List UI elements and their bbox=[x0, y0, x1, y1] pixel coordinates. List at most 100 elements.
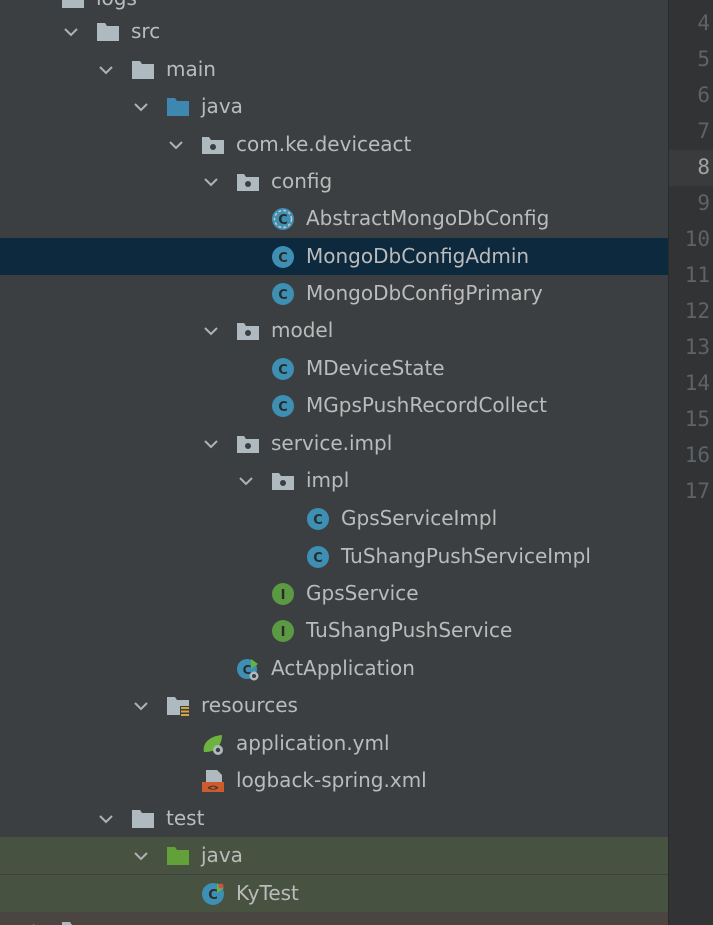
svg-text:I: I bbox=[281, 588, 286, 603]
chevron-down-icon[interactable] bbox=[132, 696, 150, 714]
tree-node[interactable]: <> logback-spring.xml bbox=[0, 762, 668, 799]
tree-node-label: java bbox=[201, 843, 243, 867]
chevron-down-icon[interactable] bbox=[202, 321, 220, 339]
line-number: 10 bbox=[684, 227, 710, 251]
tree-node[interactable]: main bbox=[0, 51, 668, 88]
tree-node[interactable]: C MongoDbConfigPrimary bbox=[0, 275, 668, 312]
tree-node-label: MongoDbConfigPrimary bbox=[306, 281, 543, 305]
tree-node-label: MGpsPushRecordCollect bbox=[306, 393, 547, 417]
tree-node-label: test bbox=[166, 806, 205, 830]
tree-node[interactable]: service.impl bbox=[0, 425, 668, 462]
chevron-down-icon[interactable] bbox=[167, 135, 185, 153]
chevron-down-icon[interactable] bbox=[97, 809, 115, 827]
class-icon: C bbox=[271, 394, 295, 418]
tree-node-label: java bbox=[201, 94, 243, 118]
tree-node-label: GpsServiceImpl bbox=[341, 506, 498, 530]
tree-node-label: com.ke.deviceact bbox=[236, 132, 412, 156]
line-number: 14 bbox=[684, 371, 710, 395]
svg-text:I: I bbox=[281, 625, 286, 640]
line-number: 17 bbox=[684, 479, 710, 503]
line-number: 15 bbox=[684, 407, 710, 431]
package-icon bbox=[236, 319, 260, 343]
tree-node-label: ActApplication bbox=[271, 656, 415, 680]
tree-node-label: model bbox=[271, 318, 334, 342]
chevron-right-icon[interactable] bbox=[27, 921, 45, 925]
tree-node[interactable]: C GpsServiceImpl bbox=[0, 500, 668, 537]
tree-node[interactable]: C TuShangPushServiceImpl bbox=[0, 538, 668, 575]
svg-text:C: C bbox=[208, 888, 218, 903]
chevron-down-icon[interactable] bbox=[132, 846, 150, 864]
line-number: 11 bbox=[684, 263, 710, 287]
test-source-folder-icon bbox=[166, 844, 190, 868]
line-number: 9 bbox=[697, 191, 710, 215]
project-tree: logs src main java com.ke.deviceact config C Ab… bbox=[0, 0, 668, 925]
tree-node[interactable]: config bbox=[0, 163, 668, 200]
chevron-down-icon[interactable] bbox=[202, 434, 220, 452]
line-number: 12 bbox=[684, 299, 710, 323]
class-icon: C bbox=[306, 545, 330, 569]
tree-node[interactable]: java bbox=[0, 88, 668, 125]
spring-config-icon bbox=[201, 732, 225, 756]
source-folder-icon bbox=[166, 95, 190, 119]
tree-node[interactable]: C KyTest bbox=[0, 875, 668, 912]
tree-node[interactable]: C AbstractMongoDbConfig bbox=[0, 200, 668, 237]
tree-node[interactable] bbox=[0, 912, 668, 925]
folder-icon bbox=[96, 20, 120, 44]
svg-text:C: C bbox=[278, 251, 288, 266]
tree-node-label: service.impl bbox=[271, 431, 393, 455]
tree-node[interactable]: C ActApplication bbox=[0, 650, 668, 687]
resources-folder-icon bbox=[166, 694, 190, 718]
tree-node-label: AbstractMongoDbConfig bbox=[306, 206, 550, 230]
tree-node[interactable]: model bbox=[0, 312, 668, 349]
tree-node-label: logback-spring.xml bbox=[236, 768, 427, 792]
tree-node[interactable]: src bbox=[0, 13, 668, 50]
tree-node[interactable]: C MDeviceState bbox=[0, 350, 668, 387]
class-icon: C bbox=[306, 507, 330, 531]
tree-node[interactable]: C MongoDbConfigAdmin bbox=[0, 238, 668, 275]
tree-node[interactable]: com.ke.deviceact bbox=[0, 126, 668, 163]
tree-node-label: resources bbox=[201, 693, 298, 717]
package-icon bbox=[236, 432, 260, 456]
chevron-down-icon[interactable] bbox=[97, 60, 115, 78]
svg-text:C: C bbox=[278, 213, 288, 228]
line-number: 6 bbox=[697, 83, 710, 107]
folder-icon bbox=[131, 807, 155, 831]
folder-icon bbox=[131, 58, 155, 82]
interface-icon: I bbox=[271, 619, 295, 643]
line-number: 13 bbox=[684, 335, 710, 359]
tree-node[interactable]: application.yml bbox=[0, 725, 668, 762]
tree-node-label: MDeviceState bbox=[306, 356, 445, 380]
chevron-down-icon[interactable] bbox=[132, 97, 150, 115]
tree-node[interactable]: impl bbox=[0, 462, 668, 499]
tree-node[interactable]: I TuShangPushService bbox=[0, 612, 668, 649]
tree-node-label: config bbox=[271, 169, 333, 193]
spring-boot-app-icon: C bbox=[236, 657, 260, 681]
tree-node[interactable]: test bbox=[0, 800, 668, 837]
test-class-icon: C bbox=[201, 882, 225, 906]
line-number: 4 bbox=[697, 11, 710, 35]
svg-text:C: C bbox=[278, 288, 288, 303]
package-icon bbox=[271, 469, 295, 493]
chevron-down-icon[interactable] bbox=[202, 172, 220, 190]
editor-gutter: 4 5 6 7 8 9 10 11 12 13 14 15 16 17 bbox=[668, 0, 713, 925]
line-number: 7 bbox=[697, 119, 710, 143]
tree-node-label: MongoDbConfigAdmin bbox=[306, 244, 530, 268]
tree-node[interactable]: resources bbox=[0, 687, 668, 724]
tree-node-label: impl bbox=[306, 468, 350, 492]
tree-node[interactable]: java bbox=[0, 837, 668, 874]
chevron-down-icon[interactable] bbox=[62, 22, 80, 40]
svg-text:C: C bbox=[313, 513, 323, 528]
tree-node[interactable]: C MGpsPushRecordCollect bbox=[0, 387, 668, 424]
line-number: 8 bbox=[697, 155, 710, 179]
tree-node-label: src bbox=[131, 19, 161, 43]
tree-node-label: GpsService bbox=[306, 581, 419, 605]
class-icon: C bbox=[271, 245, 295, 269]
tree-node-label: application.yml bbox=[236, 731, 390, 755]
svg-text:C: C bbox=[278, 363, 288, 378]
folder-icon bbox=[61, 0, 85, 11]
chevron-down-icon[interactable] bbox=[237, 471, 255, 489]
tree-node[interactable]: I GpsService bbox=[0, 575, 668, 612]
interface-icon: I bbox=[271, 582, 295, 606]
folder-icon bbox=[61, 919, 85, 925]
tree-node-label: logs bbox=[96, 0, 137, 10]
